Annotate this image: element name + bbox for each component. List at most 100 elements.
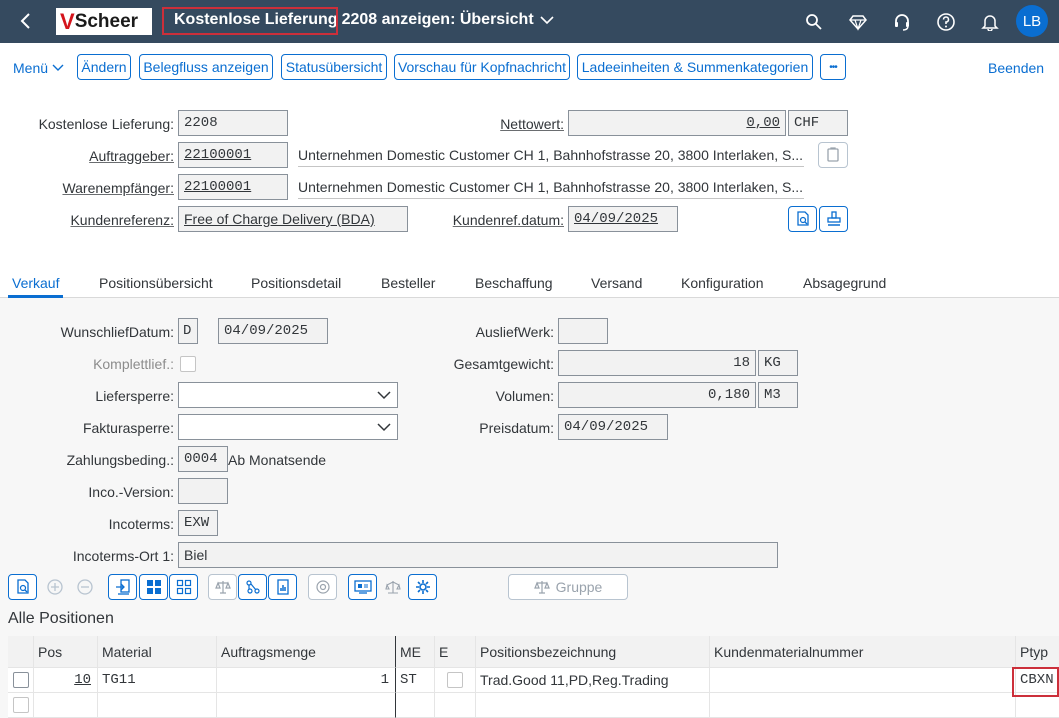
status-button[interactable] bbox=[348, 574, 377, 600]
table-cell-material[interactable]: TG11 bbox=[98, 668, 217, 693]
change-button[interactable]: Ändern bbox=[77, 54, 131, 80]
customer-reference-field[interactable]: Free of Charge Delivery (BDA) bbox=[178, 206, 408, 232]
tab-configuration[interactable]: Konfiguration bbox=[681, 275, 764, 291]
table-cell-pos[interactable]: 10 bbox=[34, 668, 98, 693]
tab-sales[interactable]: Verkauf bbox=[12, 275, 59, 291]
more-button[interactable]: ••• bbox=[820, 54, 846, 80]
tab-rejection-reason[interactable]: Absagegrund bbox=[803, 275, 886, 291]
payment-terms-field[interactable]: 0004 bbox=[178, 446, 228, 472]
logo-text: Scheer bbox=[74, 10, 139, 32]
requested-date-field[interactable]: 04/09/2025 bbox=[218, 318, 328, 344]
delete-item-button[interactable] bbox=[70, 574, 99, 600]
company-logo[interactable]: V Scheer bbox=[56, 8, 152, 35]
weight-unit-field[interactable]: KG bbox=[758, 350, 798, 376]
total-weight-field[interactable]: 18 bbox=[558, 350, 756, 376]
sold-to-label[interactable]: Auftraggeber: bbox=[10, 148, 174, 164]
column-header-item-category[interactable]: Ptyp bbox=[1016, 636, 1059, 668]
volume-unit-field[interactable]: M3 bbox=[758, 382, 798, 408]
availability-button[interactable] bbox=[238, 574, 267, 600]
delivering-plant-field[interactable] bbox=[558, 318, 608, 344]
row-selector[interactable] bbox=[8, 668, 34, 693]
column-header-material[interactable]: Material bbox=[98, 636, 217, 668]
complete-delivery-checkbox[interactable] bbox=[180, 356, 196, 372]
print-button[interactable] bbox=[819, 206, 848, 232]
column-header-unit[interactable]: ME bbox=[396, 636, 435, 668]
pricing-button[interactable] bbox=[208, 574, 237, 600]
loading-units-button[interactable]: Ladeeinheiten & Summenkategorien bbox=[577, 54, 813, 80]
tab-orderer[interactable]: Besteller bbox=[381, 275, 435, 291]
partner-button[interactable] bbox=[308, 574, 337, 600]
help-button[interactable] bbox=[934, 10, 958, 34]
status-overview-button[interactable]: Statusübersicht bbox=[281, 54, 387, 80]
exit-button[interactable]: Beenden bbox=[988, 60, 1044, 76]
row-checkbox[interactable] bbox=[13, 672, 29, 688]
calculation-button[interactable] bbox=[268, 574, 297, 600]
menu-label: Menü bbox=[13, 60, 49, 76]
ship-to-value: 22100001 bbox=[184, 179, 252, 195]
select-column-header[interactable] bbox=[8, 636, 34, 668]
table-cell-customer-material[interactable] bbox=[710, 693, 1016, 718]
user-avatar[interactable]: LB bbox=[1016, 5, 1048, 37]
incoterms-location-field[interactable]: Biel bbox=[178, 542, 778, 568]
billing-block-dropdown[interactable] bbox=[178, 414, 398, 440]
table-cell-e[interactable] bbox=[435, 693, 476, 718]
volume-field[interactable]: 0,180 bbox=[558, 382, 756, 408]
table-cell-unit[interactable]: ST bbox=[396, 668, 435, 693]
table-cell-pos[interactable] bbox=[34, 693, 98, 718]
column-header-customer-material[interactable]: Kundenmaterialnummer bbox=[710, 636, 1016, 668]
table-cell-quantity[interactable]: 1 bbox=[217, 668, 396, 693]
ship-to-label[interactable]: Warenempfänger: bbox=[10, 180, 174, 196]
inco-version-field[interactable] bbox=[178, 478, 228, 504]
net-value-field[interactable]: 0,00 bbox=[568, 110, 786, 136]
table-cell-quantity[interactable] bbox=[217, 693, 396, 718]
table-cell-description[interactable]: Trad.Good 11,PD,Reg.Trading bbox=[476, 668, 710, 693]
copy-button[interactable] bbox=[818, 142, 848, 168]
table-cell-customer-material[interactable] bbox=[710, 668, 1016, 693]
group-button[interactable]: Gruppe bbox=[508, 574, 628, 600]
export-button[interactable] bbox=[108, 574, 137, 600]
item-details-button[interactable] bbox=[8, 574, 37, 600]
customer-reference-date-field[interactable]: 04/09/2025 bbox=[568, 206, 678, 232]
help-support-button[interactable] bbox=[890, 10, 914, 34]
tab-procurement[interactable]: Beschaffung bbox=[475, 275, 553, 291]
header-message-preview-button[interactable]: Vorschau für Kopfnachricht bbox=[394, 54, 570, 80]
pos-link[interactable]: 10 bbox=[74, 672, 91, 688]
menu-button[interactable]: Menü bbox=[13, 60, 64, 76]
search-button[interactable] bbox=[802, 10, 826, 34]
select-all-button[interactable] bbox=[139, 574, 168, 600]
table-cell-e[interactable] bbox=[435, 668, 476, 693]
settings-button[interactable] bbox=[408, 574, 437, 600]
row-checkbox[interactable] bbox=[13, 697, 29, 713]
schedule-button[interactable] bbox=[378, 574, 407, 600]
sold-to-field[interactable]: 22100001 bbox=[178, 142, 288, 168]
requested-date-type-field[interactable]: D bbox=[178, 318, 198, 344]
tab-item-overview[interactable]: Positionsübersicht bbox=[99, 275, 213, 291]
ship-to-field[interactable]: 22100001 bbox=[178, 174, 288, 200]
column-header-e[interactable]: E bbox=[435, 636, 476, 668]
row-selector[interactable] bbox=[8, 693, 34, 718]
table-cell-material[interactable] bbox=[98, 693, 217, 718]
e-checkbox[interactable] bbox=[447, 672, 463, 688]
currency-field[interactable]: CHF bbox=[788, 110, 848, 136]
delivery-block-dropdown[interactable] bbox=[178, 382, 398, 408]
back-button[interactable] bbox=[14, 9, 38, 33]
delivery-field[interactable]: 2208 bbox=[178, 110, 288, 136]
column-header-pos[interactable]: Pos bbox=[34, 636, 98, 668]
joule-button[interactable] bbox=[846, 10, 870, 34]
pricing-date-field[interactable]: 04/09/2025 bbox=[558, 414, 668, 440]
tab-shipping[interactable]: Versand bbox=[591, 275, 642, 291]
notifications-button[interactable] bbox=[978, 10, 1002, 34]
customer-reference-label[interactable]: Kundenreferenz: bbox=[10, 212, 174, 228]
display-document-button[interactable] bbox=[788, 206, 817, 232]
add-item-button[interactable] bbox=[40, 574, 69, 600]
document-flow-button[interactable]: Belegfluss anzeigen bbox=[139, 54, 273, 80]
tab-item-detail[interactable]: Positionsdetail bbox=[251, 275, 341, 291]
incoterms-field[interactable]: EXW bbox=[178, 510, 218, 536]
deselect-all-button[interactable] bbox=[169, 574, 198, 600]
customer-reference-date-label[interactable]: Kundenref.datum: bbox=[420, 212, 564, 228]
column-header-description[interactable]: Positionsbezeichnung bbox=[476, 636, 710, 668]
table-cell-description[interactable] bbox=[476, 693, 710, 718]
table-cell-unit[interactable] bbox=[396, 693, 435, 718]
column-header-quantity[interactable]: Auftragsmenge bbox=[217, 636, 396, 668]
net-value-label[interactable]: Nettowert: bbox=[440, 116, 564, 132]
